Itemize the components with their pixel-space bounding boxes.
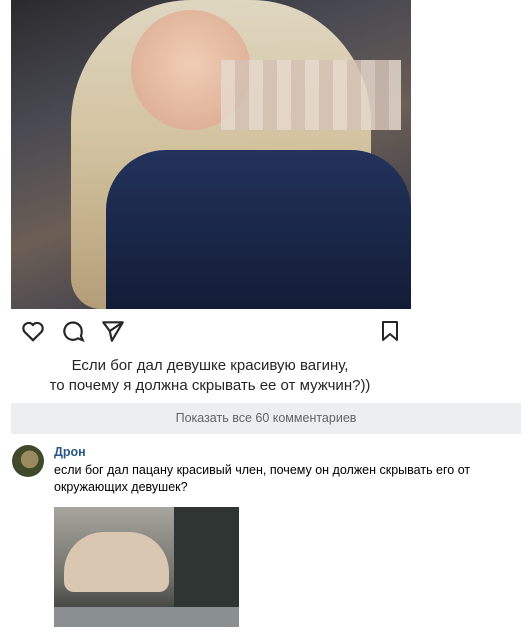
caption-line-1: Если бог дал девушке красивую вагину,	[71, 357, 349, 374]
post-actions	[20, 318, 410, 348]
comment-text: если бог дал пацану красивый член, почем…	[54, 463, 471, 494]
share-icon[interactable]	[100, 318, 126, 344]
comment-photo-attachment[interactable]	[54, 507, 239, 627]
heart-icon[interactable]	[20, 318, 46, 344]
attachment-floor	[54, 607, 239, 627]
caption-line-2: то почему я должна скрывать ее от мужчин…	[49, 377, 371, 394]
comment-author[interactable]: Дрон	[54, 445, 86, 459]
attachment-coat	[64, 532, 169, 592]
post-photo[interactable]	[11, 0, 411, 309]
avatar[interactable]	[12, 445, 44, 477]
photo-clothing	[106, 150, 411, 309]
bookmark-icon[interactable]	[378, 318, 402, 344]
post-caption: Если бог дал девушке красивую вагину, то…	[20, 356, 400, 396]
photo-blur-overlay	[221, 60, 401, 130]
comment-icon[interactable]	[60, 318, 86, 344]
show-all-comments-button[interactable]: Показать все 60 комментариев	[11, 403, 521, 434]
